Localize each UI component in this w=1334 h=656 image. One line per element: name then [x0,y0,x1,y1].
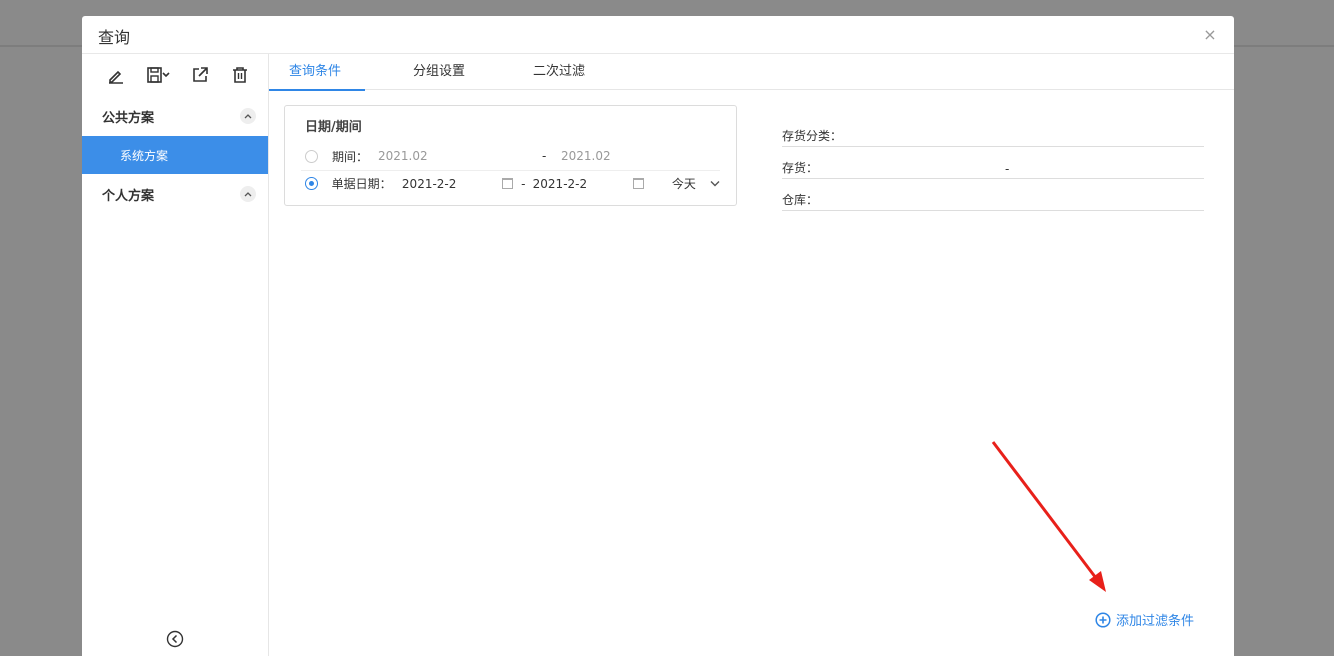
bill-date-label: 单据日期： [331,177,392,191]
date-period-box: 日期/期间 期间： 2021.02 - 2021.02 单据日期： 2021-2… [284,105,737,206]
tab-query-conditions[interactable]: 查询条件 [269,54,365,91]
bill-date-separator: - [521,176,526,191]
filter-fields: 存货分类： 存货： - 仓库： [782,110,1204,211]
tab-group-settings[interactable]: 分组设置 [393,54,509,90]
period-from-input[interactable]: 2021.02 [378,149,542,163]
warehouse-field[interactable]: 仓库： [782,179,1204,211]
add-filter-label: 添加过滤条件 [1116,614,1195,629]
dialog-title: 查询 [98,28,131,47]
edit-icon[interactable] [102,63,130,87]
scheme-item-system[interactable]: 系统方案 [82,136,268,174]
chevron-up-icon[interactable] [240,186,256,202]
warehouse-label: 仓库： [782,193,819,207]
calendar-icon[interactable] [502,178,514,189]
date-section-title: 日期/期间 [305,120,362,135]
close-icon[interactable]: × [1200,25,1220,45]
bill-date-radio[interactable] [305,177,318,190]
period-radio[interactable] [305,149,318,163]
period-row: 期间： 2021.02 - 2021.02 [301,143,720,169]
date-preset-select[interactable]: 今天 [672,175,720,192]
period-label: 期间： [332,149,369,164]
save-icon[interactable] [142,63,174,87]
tab-secondary-filter[interactable]: 二次过滤 [513,54,605,90]
bill-date-from-input[interactable]: 2021-2-2 [402,177,495,191]
chevron-up-icon[interactable] [240,108,256,124]
bill-date-row: 单据日期： 2021-2-2 - 2021-2-2 今天 [301,170,720,196]
stock-label: 存货： [782,161,819,175]
add-circle-icon [1095,611,1111,628]
group-personal-schemes[interactable]: 个人方案 [82,174,268,214]
scheme-sidebar: 公共方案 系统方案 个人方案 [82,54,269,656]
group-public-schemes[interactable]: 公共方案 [82,96,268,136]
bill-date-to-input[interactable]: 2021-2-2 [533,177,626,191]
stock-field[interactable]: 存货： - [782,147,1204,179]
stock-separator: - [1005,162,1010,176]
chevron-down-icon [710,181,720,187]
period-to-input[interactable]: 2021.02 [561,149,611,163]
delete-icon[interactable] [226,63,254,87]
tab-bar: 查询条件 分组设置 二次过滤 [269,54,1234,91]
group-label: 个人方案 [102,188,155,204]
period-separator: - [542,149,547,163]
collapse-sidebar-icon[interactable] [166,630,184,648]
category-label: 存货分类： [782,129,843,143]
add-filter-button[interactable]: 添加过滤条件 [1095,610,1194,629]
dialog-header: 查询 × [82,16,1234,54]
scheme-toolbar [82,54,268,96]
group-label: 公共方案 [102,110,155,126]
annotation-arrow-icon [991,441,1106,592]
date-preset-value: 今天 [671,177,696,191]
category-field[interactable]: 存货分类： [782,110,1204,147]
calendar-icon[interactable] [633,178,644,189]
export-icon[interactable] [186,63,214,87]
